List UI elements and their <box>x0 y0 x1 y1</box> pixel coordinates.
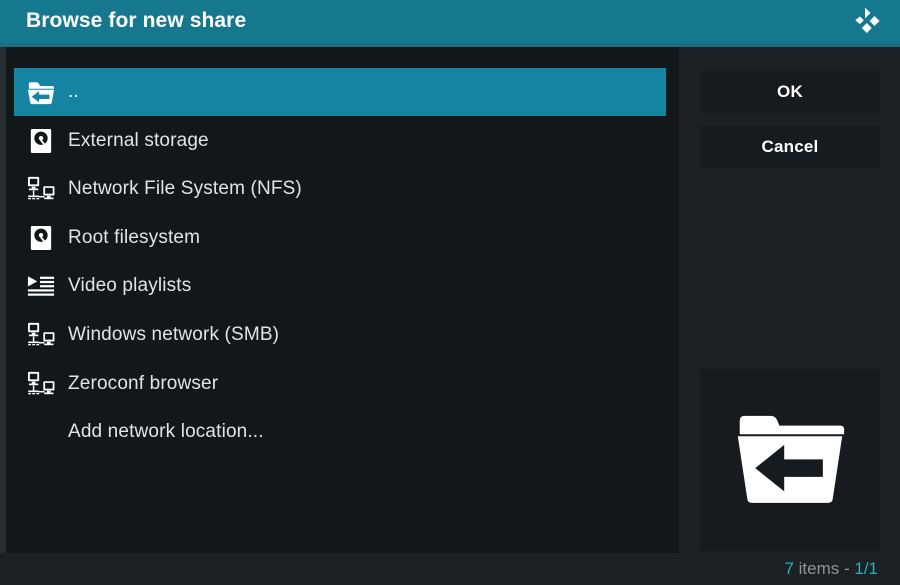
list-item-label: Network File System (NFS) <box>68 178 302 200</box>
ok-button-label: OK <box>777 82 803 101</box>
status-items-label: items - <box>793 559 855 578</box>
playlist-icon <box>26 271 56 301</box>
list-item-label: .. <box>68 81 79 102</box>
hard-drive-icon <box>26 223 56 253</box>
list-item[interactable]: Network File System (NFS) <box>14 165 666 213</box>
browse-for-new-share-dialog: Browse for new share .. External storage N… <box>0 0 900 585</box>
list-item-label: Video playlists <box>68 275 192 297</box>
dialog-titlebar: Browse for new share <box>0 0 900 43</box>
status-bar: 7 items - 1/1 <box>0 553 900 585</box>
share-list[interactable]: .. External storage Network File System (N… <box>14 68 666 553</box>
list-item-label: Windows network (SMB) <box>68 324 280 345</box>
status-text: 7 items - 1/1 <box>784 559 878 579</box>
no-icon <box>26 417 56 447</box>
list-item-label: Zeroconf browser <box>68 372 219 394</box>
hard-drive-icon <box>26 126 56 156</box>
list-item[interactable]: Zeroconf browser <box>14 360 666 408</box>
network-icon <box>26 320 56 350</box>
preview-thumbnail <box>700 369 880 551</box>
list-item[interactable]: Windows network (SMB) <box>14 311 666 359</box>
network-icon <box>26 174 56 204</box>
list-item[interactable]: Add network location... <box>14 408 666 456</box>
list-item-label: External storage <box>68 129 209 151</box>
ok-button[interactable]: OK <box>700 71 880 113</box>
cancel-button[interactable]: Cancel <box>700 126 880 168</box>
status-item-count: 7 <box>784 559 794 578</box>
list-item[interactable]: Video playlists <box>14 262 666 310</box>
right-panel: OK Cancel <box>679 47 900 553</box>
status-page: 1/1 <box>854 559 878 578</box>
list-item-label: Root filesystem <box>68 226 201 248</box>
cancel-button-label: Cancel <box>761 137 819 156</box>
folder-parent-icon <box>26 77 56 107</box>
kodi-logo-icon <box>850 6 884 38</box>
dialog-title: Browse for new share <box>26 9 247 32</box>
list-item[interactable]: .. <box>14 68 666 116</box>
list-item-label: Add network location... <box>68 421 264 443</box>
list-item[interactable]: External storage <box>14 117 666 165</box>
list-item[interactable]: Root filesystem <box>14 214 666 262</box>
left-edge-inner <box>6 47 14 553</box>
network-icon <box>26 369 56 399</box>
folder-parent-icon <box>732 409 848 511</box>
